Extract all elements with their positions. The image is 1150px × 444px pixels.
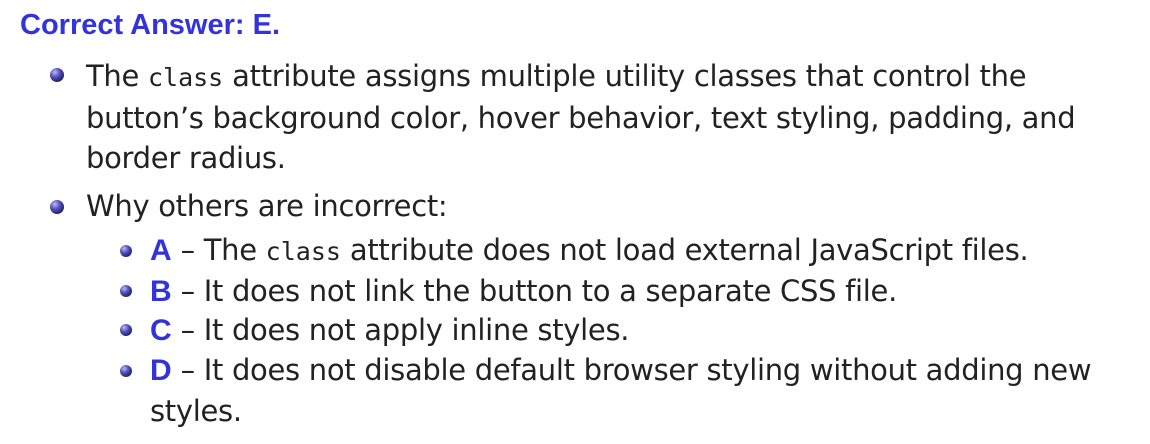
option-a-text: attribute does not load external JavaScr… (340, 233, 1029, 267)
option-a-dash: – The (171, 233, 266, 267)
explanation-text: The class attribute assigns multiple uti… (86, 56, 1126, 178)
sub-bullet-icon (120, 245, 132, 257)
sub-bullet-icon (120, 365, 132, 377)
sub-bullet-icon (120, 285, 132, 297)
explanation-text-rest: attribute assigns multiple utility class… (86, 59, 1076, 175)
option-c-letter: C (150, 314, 172, 347)
option-c-explanation: C – It does not apply inline styles. (150, 310, 1130, 351)
code-class: class (147, 63, 224, 92)
option-b-letter: B (150, 275, 172, 308)
bullet-icon (50, 68, 64, 82)
option-a-explanation: A – The class attribute does not load ex… (150, 230, 1130, 272)
option-d-text: – It does not disable default browser st… (150, 353, 1092, 428)
sub-bullet-icon (120, 324, 132, 336)
option-b-explanation: B – It does not link the button to a sep… (150, 271, 1130, 312)
incorrect-heading: Why others are incorrect: (86, 189, 448, 223)
option-b-text: – It does not link the button to a separ… (171, 274, 898, 308)
bullet-icon (50, 200, 64, 214)
option-d-letter: D (150, 354, 172, 387)
code-class: class (265, 237, 341, 266)
explanation-text-start: The (86, 59, 148, 93)
option-c-text: – It does not apply inline styles. (171, 313, 630, 347)
option-a-letter: A (150, 234, 172, 267)
option-d-explanation: D – It does not disable default browser … (150, 350, 1130, 431)
answer-heading: Correct Answer: E. (20, 9, 280, 41)
